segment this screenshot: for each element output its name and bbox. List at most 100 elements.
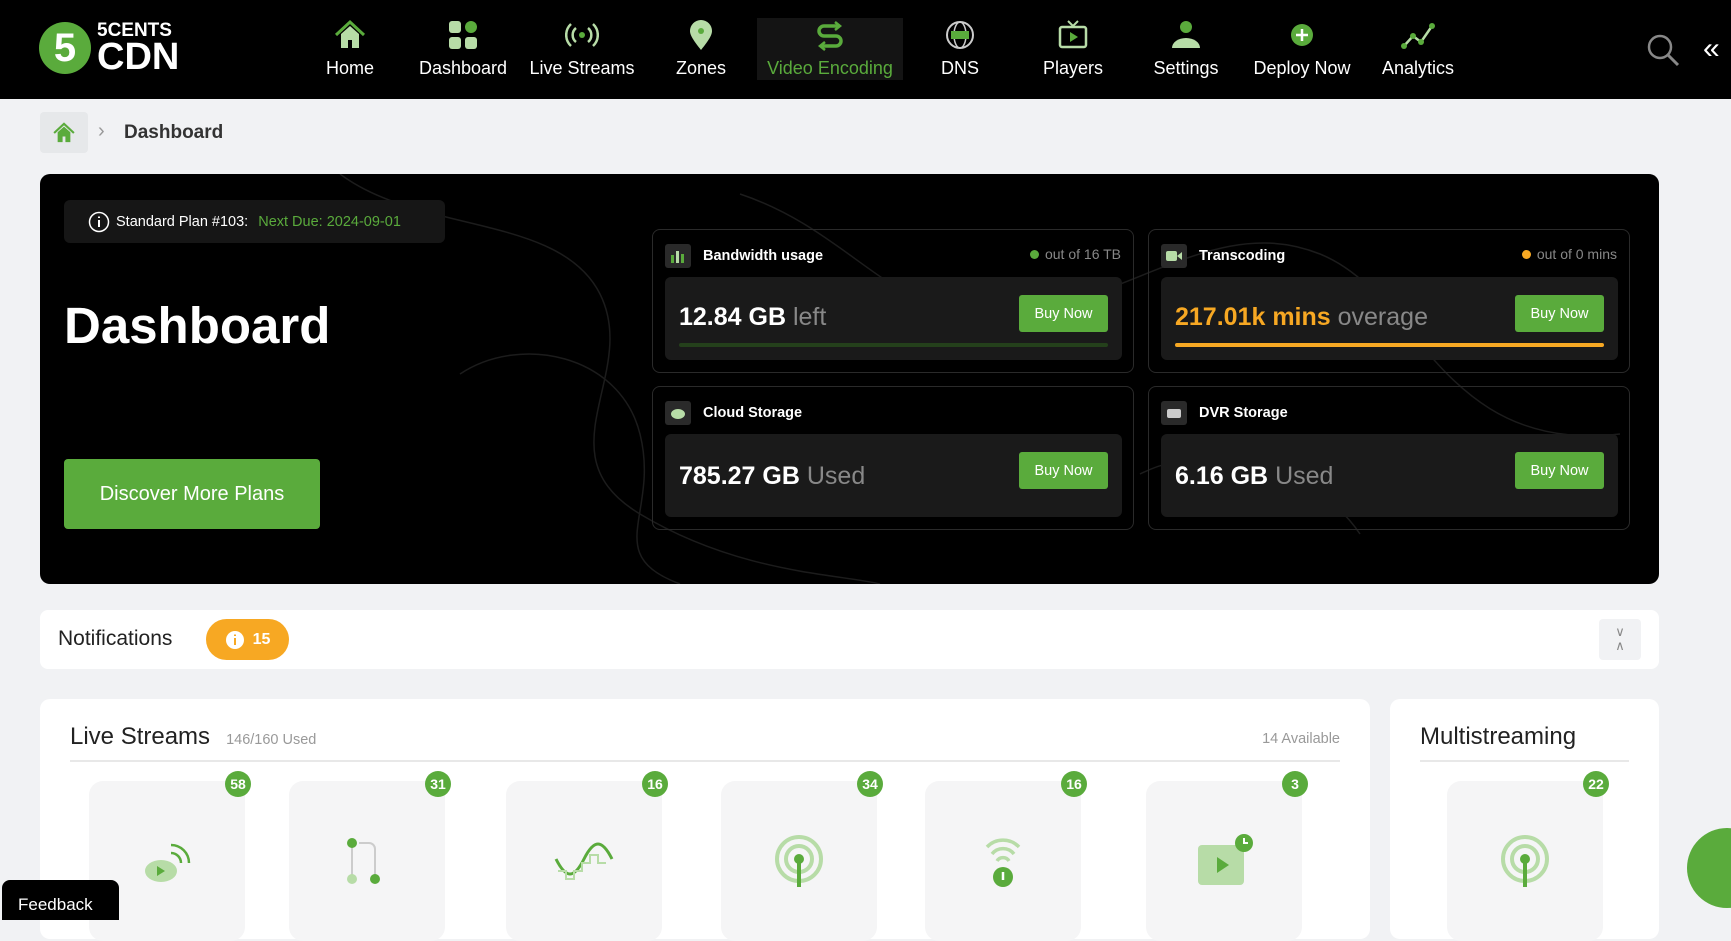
multistreaming-title: Multistreaming bbox=[1420, 723, 1577, 750]
status-dot bbox=[1521, 249, 1531, 259]
nav-zones[interactable]: Zones bbox=[636, 18, 766, 80]
chat-widget-icon[interactable] bbox=[1687, 828, 1731, 908]
count-badge: 22 bbox=[1583, 771, 1609, 797]
card-unit: overage bbox=[1337, 303, 1428, 331]
collapse-sidebar-icon[interactable]: « bbox=[1703, 32, 1720, 66]
info-icon bbox=[225, 630, 244, 649]
user-settings-icon bbox=[1172, 21, 1200, 48]
quota-text: out of 0 mins bbox=[1536, 246, 1617, 262]
card-unit: left bbox=[792, 303, 827, 331]
nav-label: Zones bbox=[675, 58, 727, 78]
buy-now-button[interactable]: Buy Now bbox=[1019, 295, 1108, 332]
line-chart-icon bbox=[1401, 23, 1435, 49]
plus-circle-icon bbox=[1291, 24, 1313, 46]
notifications-count-badge[interactable]: 15 bbox=[206, 619, 289, 660]
nav-dns[interactable]: DNS bbox=[895, 18, 1025, 80]
multistream-tile[interactable]: 22 bbox=[1447, 771, 1609, 941]
nav-label: Analytics bbox=[1381, 58, 1455, 78]
quota-text: out of 16 TB bbox=[1044, 246, 1121, 262]
card-title: Cloud Storage bbox=[703, 405, 803, 421]
scheduled-video-icon bbox=[1198, 834, 1253, 885]
feedback-button[interactable]: Feedback bbox=[2, 880, 119, 920]
logo[interactable]: 5 5CENTS CDN bbox=[39, 21, 180, 78]
stream-tile-antenna[interactable]: 34 bbox=[721, 771, 883, 941]
nav-label: Home bbox=[325, 58, 374, 78]
buy-now-button[interactable]: Buy Now bbox=[1515, 295, 1604, 332]
buy-now-button[interactable]: Buy Now bbox=[1515, 452, 1604, 489]
live-streams-title: Live Streams bbox=[70, 723, 211, 750]
nav-video-encoding[interactable]: Video Encoding bbox=[757, 18, 903, 80]
page-title: Dashboard bbox=[64, 297, 331, 354]
nav-label: Settings bbox=[1153, 58, 1219, 78]
stream-tile-signal[interactable]: 16 bbox=[506, 771, 668, 941]
nav-live-streams[interactable]: Live Streams bbox=[517, 18, 647, 80]
discover-more-plans-button[interactable]: Discover More Plans bbox=[64, 459, 320, 529]
live-streams-panel: Live Streams 146/160 Used 14 Available 58… bbox=[40, 699, 1370, 941]
nav-label: Players bbox=[1042, 58, 1104, 78]
globe-icon bbox=[946, 21, 974, 49]
wifi-alert-icon bbox=[985, 838, 1021, 887]
divider bbox=[70, 760, 1340, 762]
nav-label: Deploy Now bbox=[1253, 58, 1351, 78]
breadcrumb-chevron-icon: › bbox=[98, 120, 105, 142]
nav-settings[interactable]: Settings bbox=[1121, 18, 1251, 80]
notifications-count: 15 bbox=[252, 630, 271, 648]
card-value: 12.84 GB bbox=[679, 303, 787, 331]
card-value: 217.01k mins bbox=[1175, 303, 1331, 331]
card-title: Bandwidth usage bbox=[703, 248, 824, 264]
logo-bottom: CDN bbox=[97, 36, 180, 78]
grid-icon bbox=[449, 21, 477, 49]
count-badge: 34 bbox=[857, 771, 883, 797]
dvr-storage-card: DVR Storage 6.16 GB Used Buy Now bbox=[1148, 386, 1630, 530]
count-badge: 16 bbox=[642, 771, 668, 797]
cloud-icon bbox=[665, 401, 691, 425]
nav-dashboard[interactable]: Dashboard bbox=[398, 18, 528, 80]
count-badge: 58 bbox=[225, 771, 251, 797]
card-unit: Used bbox=[1275, 462, 1334, 490]
routing-icon bbox=[347, 838, 380, 884]
status-dot bbox=[1029, 249, 1039, 259]
notifications-title: Notifications bbox=[58, 627, 173, 650]
expand-collapse-toggle[interactable]: ∨ ∧ bbox=[1599, 619, 1641, 660]
top-nav: 5 5CENTS CDN Home Dashboard Live Streams … bbox=[0, 0, 1731, 99]
nav-label: Dashboard bbox=[418, 58, 508, 78]
buy-now-button[interactable]: Buy Now bbox=[1019, 452, 1108, 489]
antenna-icon bbox=[1501, 835, 1549, 887]
notifications-bar: Notifications 15 ∨ ∧ bbox=[40, 610, 1659, 669]
plan-overview: Standard Plan #103: Next Due: 2024-09-01… bbox=[40, 174, 1659, 584]
transcoding-progress bbox=[1175, 343, 1604, 347]
location-pin-icon bbox=[690, 20, 712, 50]
card-value: 6.16 GB bbox=[1175, 462, 1269, 490]
breadcrumb-home[interactable] bbox=[40, 112, 88, 153]
encoding-icon bbox=[817, 21, 843, 51]
home-icon bbox=[334, 19, 366, 48]
live-streams-available: 14 Available bbox=[1262, 731, 1340, 747]
cloud-broadcast-icon bbox=[145, 843, 191, 882]
nav-label: Live Streams bbox=[529, 58, 635, 78]
broadcast-icon bbox=[565, 23, 599, 47]
card-unit: Used bbox=[806, 462, 866, 490]
cloud-storage-card: Cloud Storage 785.27 GB Used Buy Now bbox=[652, 386, 1134, 530]
divider bbox=[1420, 760, 1629, 762]
home-icon bbox=[53, 121, 75, 142]
card-title: Transcoding bbox=[1199, 248, 1286, 264]
video-camera-icon bbox=[1161, 244, 1187, 268]
nav-analytics[interactable]: Analytics bbox=[1353, 18, 1483, 80]
hard-drive-icon bbox=[1161, 401, 1187, 425]
stream-tile-scheduled-video[interactable]: 3 bbox=[1146, 771, 1308, 941]
plan-name: Standard Plan #103: bbox=[116, 213, 249, 230]
signal-wave-icon bbox=[554, 842, 614, 880]
nav-players[interactable]: Players bbox=[1008, 18, 1138, 80]
stream-tile-routing[interactable]: 31 bbox=[289, 771, 451, 941]
nav-home[interactable]: Home bbox=[285, 18, 415, 80]
multistreaming-panel: Multistreaming 22 bbox=[1390, 699, 1659, 941]
transcoding-card: Transcoding out of 0 mins 217.01k mins o… bbox=[1148, 229, 1630, 373]
count-badge: 16 bbox=[1061, 771, 1087, 797]
card-value: 785.27 GB bbox=[679, 462, 800, 490]
antenna-icon bbox=[775, 835, 823, 887]
nav-deploy-now[interactable]: Deploy Now bbox=[1237, 18, 1367, 80]
stream-tile-wifi-alert[interactable]: 16 bbox=[925, 771, 1087, 941]
plan-info: Standard Plan #103: Next Due: 2024-09-01 bbox=[64, 200, 445, 243]
logo-mark: 5 bbox=[39, 22, 91, 74]
search-icon[interactable] bbox=[1645, 32, 1681, 68]
